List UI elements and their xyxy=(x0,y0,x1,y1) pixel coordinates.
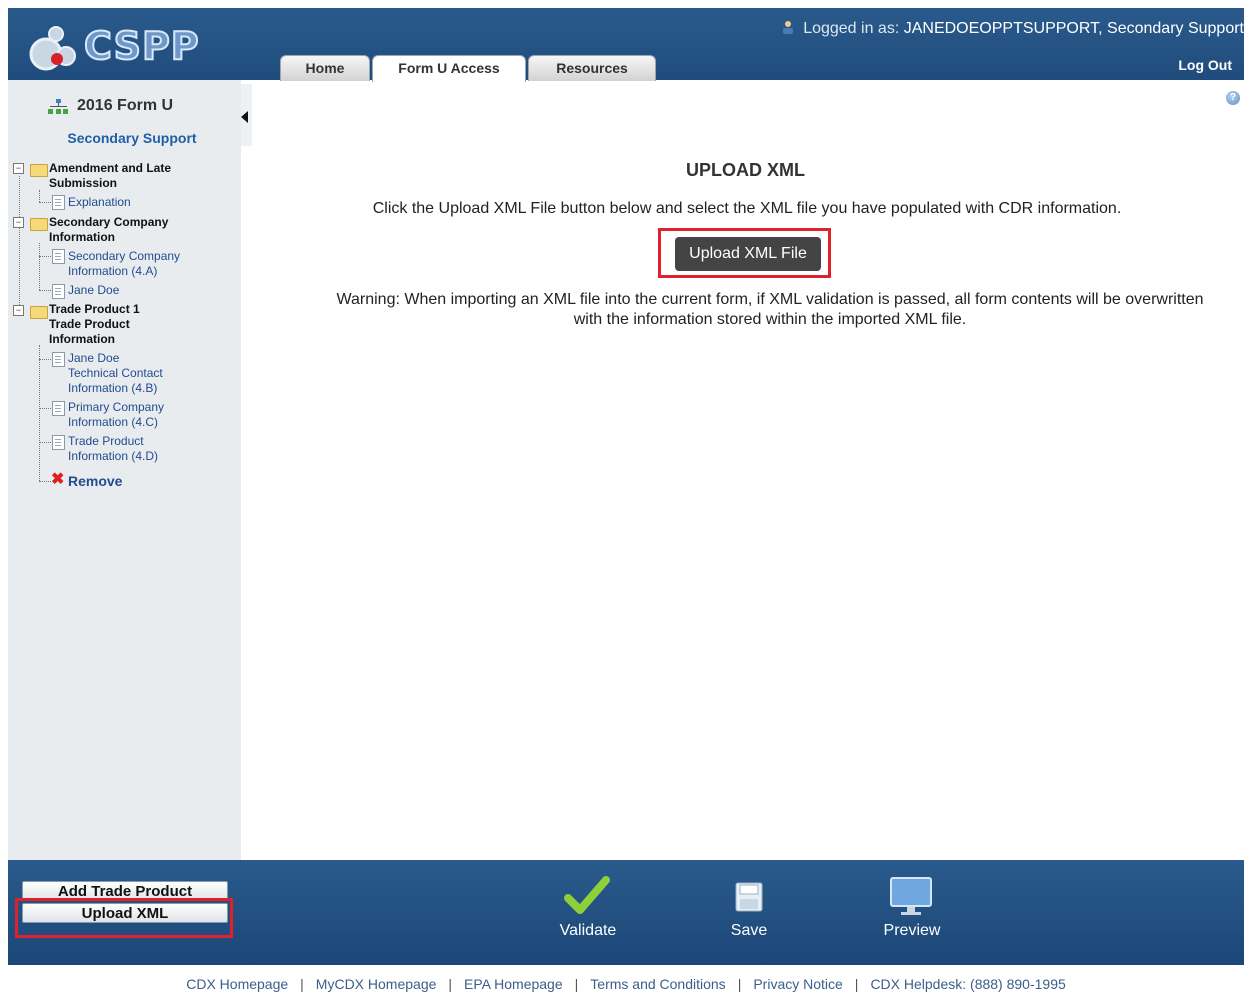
footer-link-helpdesk[interactable]: CDX Helpdesk: (888) 890-1995 xyxy=(870,976,1065,992)
warning-text: Warning: When importing an XML file into… xyxy=(290,290,1244,330)
upload-instructions: Click the Upload XML File button below a… xyxy=(372,200,1122,217)
tree-item-label: Information (4.D) xyxy=(68,449,159,463)
tree-line xyxy=(39,190,40,202)
tree-node-label: Information xyxy=(49,332,115,346)
folder-icon xyxy=(30,164,48,177)
footer-separator: | xyxy=(574,976,579,992)
tab-form-u-access[interactable]: Form U Access xyxy=(372,55,526,82)
tree-line xyxy=(39,359,51,360)
tree-item-jane-doe[interactable]: Jane Doe xyxy=(68,283,119,298)
user-role: Secondary Support xyxy=(67,130,197,146)
footer-separator: | xyxy=(737,976,742,992)
form-title: 2016 Form U xyxy=(77,97,174,114)
footer-link-mycdx-homepage[interactable]: MyCDX Homepage xyxy=(316,976,437,992)
document-icon xyxy=(52,352,65,367)
help-icon[interactable]: ? xyxy=(1226,91,1240,105)
tree-item-label: Trade Product xyxy=(68,434,144,448)
footer-separator: | xyxy=(448,976,453,992)
form-tree-icon xyxy=(48,99,68,114)
logout-link[interactable]: Log Out xyxy=(1178,57,1232,73)
tree-line xyxy=(39,408,51,409)
document-icon xyxy=(52,401,65,416)
save-label: Save xyxy=(730,922,768,939)
tree-node-label: Trade Product xyxy=(49,317,130,331)
tree-item-label: Information (4.A) xyxy=(68,264,158,278)
logged-in-prefix: Logged in as: xyxy=(803,20,900,37)
warning-line: with the information stored within the i… xyxy=(573,311,967,328)
document-icon xyxy=(52,435,65,450)
footer: CDX Homepage | MyCDX Homepage | EPA Homepage… xyxy=(8,965,1244,994)
footer-link-cdx-homepage[interactable]: CDX Homepage xyxy=(186,976,288,992)
tree-item-label: Jane Doe xyxy=(68,351,120,365)
warning-line: Warning: When importing an XML file into… xyxy=(336,291,1204,308)
tree-line xyxy=(39,243,40,290)
validate-label: Validate xyxy=(559,922,617,939)
tree-item-label: Information (4.C) xyxy=(68,415,159,429)
monitor-icon xyxy=(890,877,932,915)
tree-node-amendment[interactable]: Amendment and Late Submission xyxy=(49,161,171,191)
logo-text: CSPP xyxy=(83,23,200,69)
tree-item-trade-product-info[interactable]: Trade Product Information (4.D) xyxy=(68,434,158,464)
user-icon xyxy=(782,21,793,34)
tree-node-trade-product-1[interactable]: Trade Product 1 Trade Product Informatio… xyxy=(49,302,140,347)
tab-home[interactable]: Home xyxy=(280,55,370,81)
tab-resources[interactable]: Resources xyxy=(528,55,656,81)
remove-link[interactable]: Remove xyxy=(68,473,122,489)
action-bar xyxy=(241,860,1244,965)
save-disk-icon xyxy=(735,882,763,912)
tree-line xyxy=(39,290,51,291)
footer-link-privacy[interactable]: Privacy Notice xyxy=(753,976,842,992)
remove-icon[interactable]: ✖ xyxy=(51,472,64,488)
collapse-node-icon[interactable]: − xyxy=(13,305,24,316)
tree-item-label: Secondary Company xyxy=(68,249,181,263)
folder-icon xyxy=(30,218,48,231)
tree-line xyxy=(19,176,20,311)
footer-separator: | xyxy=(854,976,859,992)
tree-node-label: Secondary Company xyxy=(49,215,169,229)
tree-node-label: Trade Product 1 xyxy=(49,302,140,316)
tree-line xyxy=(39,481,51,482)
app-header: CSPP Logged in as: JANEDOEOPPTSUPPORT, S… xyxy=(8,8,1244,82)
logged-in-user: JANEDOEOPPTSUPPORT, Secondary Support xyxy=(903,20,1244,37)
checkmark-icon xyxy=(564,876,610,914)
logged-in-status: Logged in as: JANEDOEOPPTSUPPORT, Second… xyxy=(781,20,1244,38)
footer-separator: | xyxy=(300,976,304,992)
document-icon xyxy=(52,249,65,264)
tree-item-primary-company[interactable]: Primary Company Information (4.C) xyxy=(68,400,164,430)
tree-item-label: Primary Company xyxy=(68,400,165,414)
cspp-logo[interactable]: CSPP xyxy=(26,18,200,76)
tree-item-label: Technical Contact xyxy=(68,366,163,380)
tree-line xyxy=(39,345,40,481)
collapse-node-icon[interactable]: − xyxy=(13,217,24,228)
footer-link-terms[interactable]: Terms and Conditions xyxy=(590,976,725,992)
tree-node-label: Submission xyxy=(49,176,118,190)
page-title: UPLOAD XML xyxy=(686,160,805,180)
highlight-box xyxy=(15,898,233,938)
tree-line xyxy=(39,256,51,257)
tree-node-label: Amendment and Late xyxy=(49,161,172,175)
footer-link-epa-homepage[interactable]: EPA Homepage xyxy=(464,976,563,992)
tree-line xyxy=(39,442,51,443)
collapse-node-icon[interactable]: − xyxy=(13,163,24,174)
document-icon xyxy=(52,195,65,210)
folder-icon xyxy=(30,306,48,319)
tree-item-technical-contact[interactable]: Jane Doe Technical Contact Information (… xyxy=(68,351,163,396)
tree-item-secondary-company-info[interactable]: Secondary Company Information (4.A) xyxy=(68,249,180,279)
document-icon xyxy=(52,284,65,299)
upload-xml-file-button[interactable]: Upload XML File xyxy=(675,237,821,271)
tree-item-label: Information (4.B) xyxy=(68,381,158,395)
collapse-arrow-icon xyxy=(241,111,248,123)
tree-node-secondary-company[interactable]: Secondary Company Information xyxy=(49,215,168,245)
preview-label: Preview xyxy=(883,922,941,939)
tree-line xyxy=(39,202,51,203)
tree-item-explanation[interactable]: Explanation xyxy=(68,195,131,210)
tree-node-label: Information xyxy=(49,230,115,244)
